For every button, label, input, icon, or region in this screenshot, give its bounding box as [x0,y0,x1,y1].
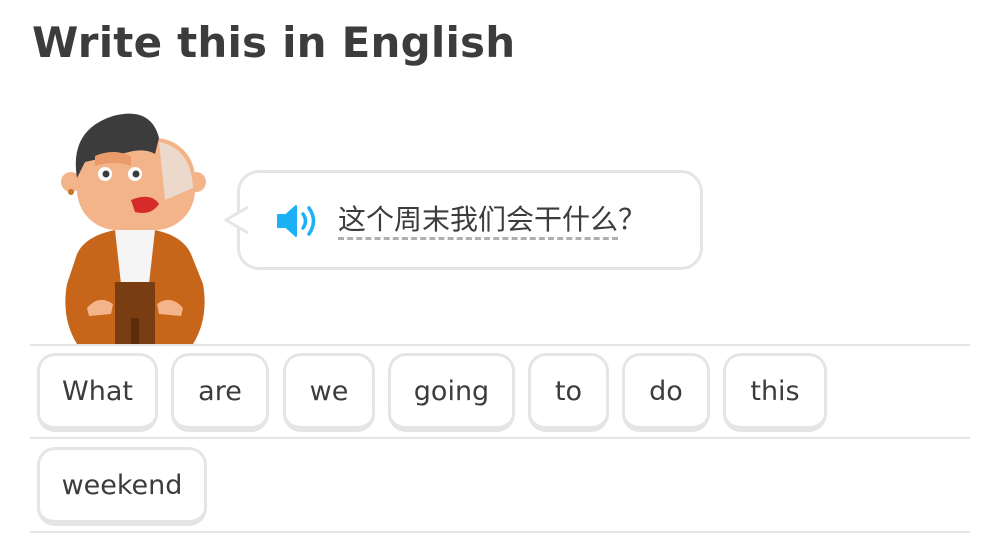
word-chip-do[interactable]: do [622,353,710,432]
page-title: Write this in English [32,18,516,67]
answer-line-1 [30,344,970,346]
word-chip-this[interactable]: this [723,353,827,432]
word-chip-we[interactable]: we [283,353,375,432]
word-chip-to[interactable]: to [528,353,609,432]
speaker-icon[interactable] [276,202,324,240]
word-chip-what[interactable]: What [37,353,158,432]
prompt-text-hint[interactable]: 这个周末我们会干什么 [338,203,619,240]
prompt-punctuation: ？ [618,203,647,236]
character-illustration [61,113,206,344]
prompt-sentence: 这个周末我们会干什么？ [338,200,646,240]
lesson-screen: Write this in English 这个周末我们会干什么？ What a… [0,0,1000,553]
word-chip-are[interactable]: are [171,353,269,432]
answer-line-2 [30,437,970,439]
answer-line-3 [30,531,970,533]
word-chip-going[interactable]: going [388,353,515,432]
word-chip-weekend[interactable]: weekend [37,447,207,526]
speech-bubble-tail [224,205,248,235]
